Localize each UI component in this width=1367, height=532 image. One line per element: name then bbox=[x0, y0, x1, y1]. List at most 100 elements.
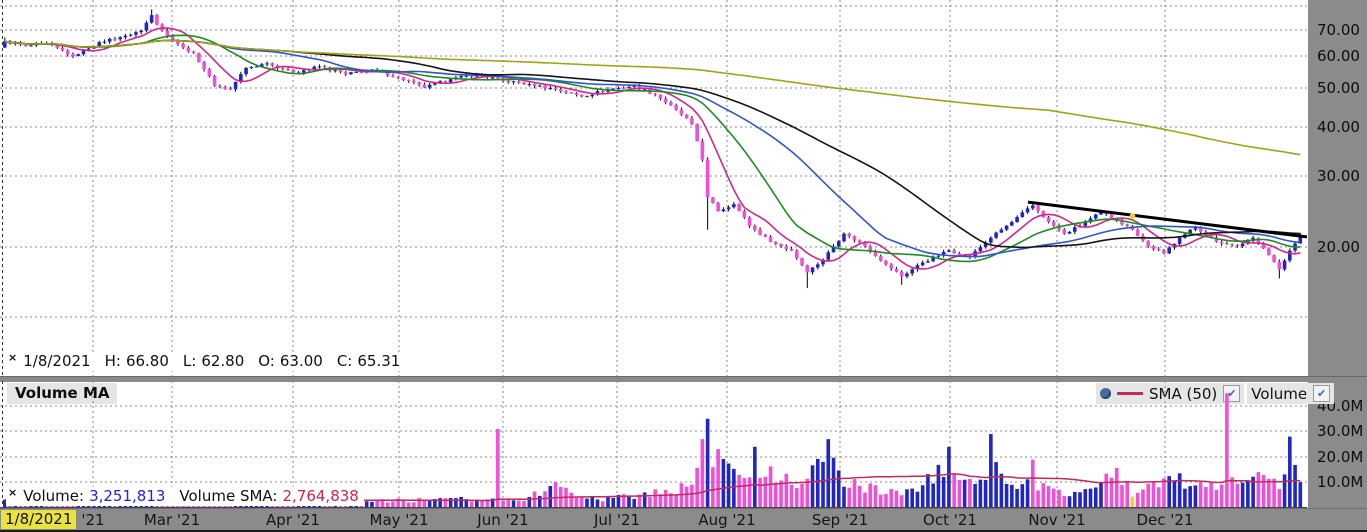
low-label: L: bbox=[183, 352, 196, 370]
volume-bar bbox=[643, 492, 647, 508]
candle-body bbox=[921, 263, 925, 266]
candle-body bbox=[910, 269, 914, 273]
volume-bar bbox=[1021, 484, 1025, 508]
close-icon[interactable]: × bbox=[8, 351, 17, 364]
chart-plot-area[interactable] bbox=[0, 0, 1367, 532]
volume-bar bbox=[480, 501, 484, 508]
candle-body bbox=[517, 81, 521, 82]
candle-body bbox=[769, 237, 773, 242]
volume-bar bbox=[695, 468, 699, 508]
candle-body bbox=[716, 203, 720, 211]
volume-bar bbox=[632, 499, 636, 508]
candle-body bbox=[1026, 208, 1030, 212]
candle-body bbox=[826, 252, 830, 259]
candle-body bbox=[208, 69, 212, 76]
volume-bar bbox=[1246, 481, 1250, 508]
volume-bar bbox=[832, 458, 836, 508]
price-panel bbox=[0, 0, 1307, 376]
candle-body bbox=[779, 244, 783, 246]
candle-body bbox=[795, 251, 799, 258]
sma-fast-line bbox=[5, 28, 1301, 269]
volume-bar bbox=[569, 493, 573, 508]
candle-body bbox=[391, 76, 395, 77]
candle-body bbox=[1225, 243, 1229, 244]
candle-body bbox=[548, 88, 552, 89]
volume-bar bbox=[853, 479, 857, 508]
candle-body bbox=[543, 86, 547, 89]
candle-body bbox=[706, 160, 710, 198]
candle-body bbox=[1010, 222, 1014, 226]
candle-body bbox=[994, 233, 998, 238]
volume-bar bbox=[596, 499, 600, 508]
candle-body bbox=[213, 76, 217, 86]
volume-bar bbox=[1042, 483, 1046, 508]
volume-bar bbox=[449, 498, 453, 508]
volume-bar bbox=[1262, 475, 1266, 508]
candle-body bbox=[1220, 242, 1224, 244]
candle-body bbox=[1068, 232, 1072, 234]
volume-bar bbox=[501, 500, 505, 508]
volume-bar bbox=[1299, 482, 1303, 508]
volume-bar bbox=[1120, 485, 1124, 508]
candle-body bbox=[590, 95, 594, 97]
volume-bar bbox=[606, 497, 610, 508]
volume-bar bbox=[375, 500, 379, 508]
candle-body bbox=[926, 261, 930, 262]
candle-body bbox=[1000, 230, 1004, 233]
candle-body bbox=[428, 85, 432, 88]
volume-bar bbox=[659, 494, 663, 508]
candle-body bbox=[811, 268, 815, 273]
volume-bar bbox=[1257, 472, 1261, 508]
candle-body bbox=[113, 39, 117, 40]
volume-bar bbox=[774, 483, 778, 508]
candle-body bbox=[71, 54, 75, 56]
volume-bar bbox=[1157, 487, 1161, 508]
candle-body bbox=[727, 207, 731, 209]
candle-body bbox=[569, 93, 573, 94]
volume-bar bbox=[1047, 486, 1051, 508]
candle-body bbox=[87, 48, 91, 49]
candle-body bbox=[145, 23, 149, 31]
candle-body bbox=[291, 70, 295, 73]
candle-body bbox=[805, 265, 809, 272]
readout-date: 1/8/2021 bbox=[23, 352, 90, 370]
volume-bar bbox=[790, 485, 794, 508]
candle-body bbox=[743, 211, 747, 218]
volume-bar bbox=[910, 489, 914, 508]
volume-bar bbox=[1083, 489, 1087, 508]
candle-body bbox=[1241, 244, 1245, 247]
volume-bar bbox=[438, 498, 442, 508]
close-icon[interactable]: × bbox=[8, 486, 17, 499]
candle-body bbox=[339, 70, 343, 72]
candle-body bbox=[318, 66, 322, 67]
volume-bar bbox=[874, 485, 878, 508]
candle-body bbox=[354, 72, 358, 73]
volume-bar bbox=[512, 500, 516, 508]
close-label: C: bbox=[337, 352, 353, 370]
volume-bar bbox=[1052, 489, 1056, 508]
candle-body bbox=[685, 114, 689, 118]
open-label: O: bbox=[258, 352, 275, 370]
candle-body bbox=[1278, 262, 1282, 270]
volume-bar bbox=[837, 470, 841, 508]
candle-body bbox=[333, 70, 337, 71]
candle-body bbox=[181, 44, 185, 48]
candle-body bbox=[559, 89, 563, 91]
volume-bar bbox=[811, 465, 815, 508]
volume-bar bbox=[517, 501, 521, 508]
volume-bar bbox=[580, 497, 584, 508]
candle-body bbox=[202, 62, 206, 69]
volume-label: Volume: bbox=[23, 487, 84, 505]
candle-body bbox=[66, 50, 70, 54]
open-value: 63.00 bbox=[280, 352, 323, 370]
candle-body bbox=[1125, 224, 1129, 225]
volume-bar bbox=[737, 475, 741, 508]
candle-body bbox=[564, 91, 568, 92]
volume-bar bbox=[1209, 482, 1213, 508]
candle-body bbox=[192, 52, 196, 54]
volume-bar bbox=[533, 491, 537, 508]
volume-readout: × Volume:3,251,813 Volume SMA:2,764,838 bbox=[6, 487, 364, 506]
volume-bar bbox=[800, 484, 804, 508]
volume-bar bbox=[1125, 481, 1129, 508]
candle-body bbox=[134, 32, 138, 35]
